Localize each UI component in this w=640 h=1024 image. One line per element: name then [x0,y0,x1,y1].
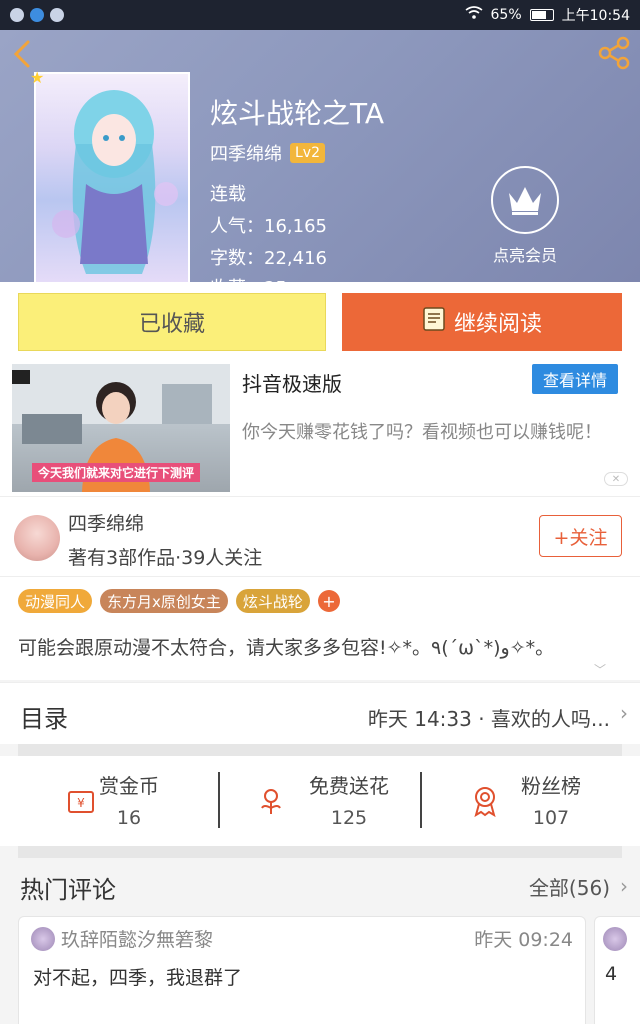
favorited-label: 已收藏 [138,312,205,337]
stat-value: 107 [532,807,570,829]
vip-button[interactable]: 点亮会员 [488,166,562,266]
stat-divider [420,772,422,828]
chevron-down-icon[interactable]: ﹀ [594,661,606,678]
cloud-icon [10,8,24,22]
comment-username[interactable]: 玖辞陌懿汐無箬黎 [61,925,213,952]
app-notification-icon [30,8,44,22]
book-favorites: 收藏：25 [210,274,287,282]
all-comments-label: 全部(56) [528,876,610,900]
tag-0[interactable]: 动漫同人 [18,589,93,613]
divider [18,846,622,858]
comment-card[interactable]: 4 [594,916,640,1024]
ad-detail-button[interactable]: 查看详情 [532,364,618,394]
stat-divider [218,772,220,828]
book-header: ★ 炫斗战轮之TA 四季绵绵 Lv2 连载 人气：16,165 字数：22,41… [0,30,640,282]
ad-title: 抖音极速版 [242,372,342,396]
all-comments-link[interactable]: 全部(56) [529,872,610,901]
tag-1[interactable]: 东方月x原创女主 [100,589,228,613]
support-stats: ¥ 赏金币 16 免费送花 125 粉丝榜 107 [0,756,640,846]
continue-reading-label: 继续阅读 [453,312,542,337]
ad-image[interactable]: 今天我们就来对它进行下测评 [12,364,230,492]
comment-text: 4 [605,963,618,985]
stat-value: 16 [116,807,142,829]
book-cover[interactable] [34,72,190,282]
author-section[interactable]: 四季绵绵 著有3部作品·39人关注 +关注 [0,496,640,576]
book-status: 连载 [210,184,246,205]
favorited-button[interactable]: 已收藏 [18,293,326,351]
hot-comments-section: 热门评论 全部(56) › 玖辞陌懿汐無箬黎 昨天 09:24 对不起，四季，我… [0,858,640,1024]
chevron-right-icon: › [620,874,628,898]
level-badge: Lv2 [290,143,325,163]
ad-caption: 今天我们就来对它进行下测评 [32,463,201,482]
medal-icon [474,787,496,818]
crown-icon [491,166,559,234]
comments-title: 热门评论 [20,876,116,904]
clock: 上午10:54 [561,8,630,24]
tag-2[interactable]: 炫斗战轮 [235,589,310,613]
coin-gift-icon: ¥ [68,791,94,813]
avatar[interactable] [603,927,627,951]
book-title: 炫斗战轮之TA [210,97,385,130]
header-author-name: 四季绵绵 [210,144,282,165]
action-bar: 已收藏 继续阅读 [0,282,640,358]
battery-icon [529,9,554,21]
stat-reward-coins[interactable]: ¥ 赏金币 16 [14,770,214,829]
comment-card[interactable]: 玖辞陌懿汐無箬黎 昨天 09:24 对不起，四季，我退群了 [18,916,586,1024]
usb-icon [50,8,64,22]
ad-banner[interactable]: 今天我们就来对它进行下测评 抖音极速版 查看详情 你今天赚零花钱了吗？看视频也可… [0,358,640,496]
share-button[interactable] [596,36,632,70]
back-arrow-icon [13,40,30,68]
avatar[interactable] [31,927,55,951]
toc-title: 目录 [20,705,68,733]
stat-label: 粉丝榜 [521,774,581,798]
book-popularity: 人气：16,165 [210,216,327,237]
book-word-count: 字数：22,416 [210,248,327,269]
tags-section: 动漫同人 东方月x原创女主 炫斗战轮 + 可能会跟原动漫不太符合，请大家多多包容… [0,576,640,680]
tag-list: 动漫同人 东方月x原创女主 炫斗战轮 + [18,589,340,613]
ad-description: 你今天赚零花钱了吗？看视频也可以赚钱呢！ [242,422,602,443]
flower-icon [261,789,281,814]
cover-illustration [52,90,178,274]
back-button[interactable] [10,38,36,70]
table-of-contents-row[interactable]: 目录 昨天 14:33 · 喜欢的人吗... › [0,682,640,744]
divider [18,744,622,756]
book-description: 可能会跟原动漫不太符合，请大家多多包容!✧*。٩(ˊωˋ*)و✧*。 [18,637,555,659]
chevron-right-icon: › [620,701,628,725]
add-tag-button[interactable]: + [317,590,340,612]
comment-time: 昨天 09:24 [474,929,573,951]
stat-free-flowers[interactable]: 免费送花 125 [234,770,434,829]
author-name: 四季绵绵 [68,513,145,535]
share-icon [598,36,630,70]
comment-text: 对不起，四季，我退群了 [33,967,243,989]
stat-fan-ranking[interactable]: 粉丝榜 107 [436,770,636,829]
battery-percent: 65% [490,7,522,23]
status-bar: 65% 上午10:54 [0,0,640,30]
vip-label: 点亮会员 [492,246,557,265]
stat-label: 赏金币 [99,774,159,798]
follow-button[interactable]: +关注 [539,515,622,557]
star-icon: ★ [30,68,45,87]
continue-reading-button[interactable]: 继续阅读 [342,293,622,351]
wifi-icon [465,6,483,24]
author-stats: 著有3部作品·39人关注 [68,547,263,569]
svg-text:¥: ¥ [77,796,85,810]
latest-chapter: 昨天 14:33 · 喜欢的人吗... [367,707,610,731]
header-author-row[interactable]: 四季绵绵 Lv2 [210,140,325,166]
book-icon [422,306,446,338]
ad-close-button[interactable]: ✕ [604,472,628,486]
avatar[interactable] [14,515,60,561]
